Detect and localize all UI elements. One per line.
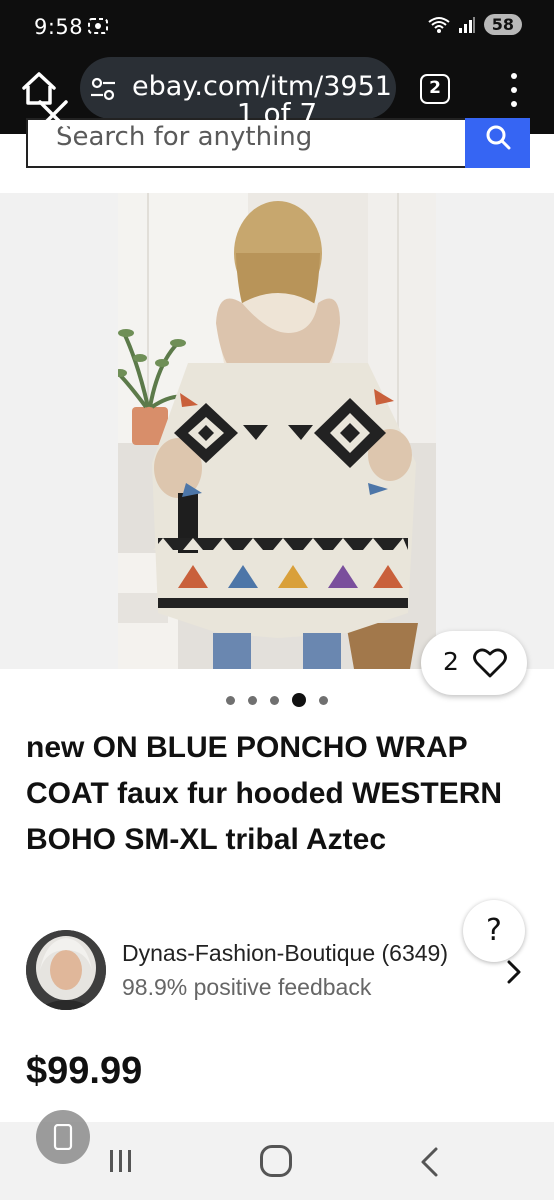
seller-feedback: 98.9% positive feedback: [122, 974, 372, 1000]
wifi-icon: [428, 16, 450, 33]
phone-icon: [53, 1124, 73, 1150]
heart-icon: [473, 648, 507, 678]
poncho-illustration: [118, 193, 436, 669]
help-button[interactable]: ?: [463, 900, 525, 962]
seller-info[interactable]: Dynas-Fashion-Boutique (6349) 98.9% posi…: [26, 930, 530, 1012]
avatar: [26, 930, 106, 1010]
carousel-dot[interactable]: [248, 695, 257, 705]
nav-recent-icon[interactable]: [107, 1148, 135, 1174]
nav-back-icon[interactable]: [418, 1146, 440, 1178]
status-icons: 58: [428, 14, 522, 35]
floating-app-button[interactable]: [36, 1110, 90, 1164]
carousel-dot[interactable]: [226, 695, 235, 705]
seller-name[interactable]: Dynas-Fashion-Boutique (6349): [122, 940, 448, 967]
carousel-dot-active[interactable]: [292, 693, 306, 707]
signal-icon: [458, 16, 475, 33]
price: $99.99: [26, 1050, 143, 1092]
chevron-right-icon[interactable]: [506, 960, 522, 984]
watch-count: 2: [443, 647, 459, 676]
status-time: 9:58: [34, 15, 84, 39]
carousel-dot[interactable]: [319, 695, 328, 705]
carousel-dots: [0, 693, 554, 707]
watch-button[interactable]: 2: [421, 631, 527, 695]
nav-home-icon[interactable]: [260, 1145, 292, 1177]
listing-title: new ON BLUE PONCHO WRAP COAT faux fur ho…: [26, 731, 503, 856]
product-photo[interactable]: [118, 193, 436, 669]
image-counter: 1 of 7: [236, 97, 318, 130]
screen-record-icon: [88, 18, 108, 34]
carousel-dot[interactable]: [270, 695, 279, 705]
status-bar: 9:58 58: [0, 0, 554, 52]
product-image-area[interactable]: [0, 193, 554, 669]
battery-indicator: 58: [483, 14, 522, 35]
